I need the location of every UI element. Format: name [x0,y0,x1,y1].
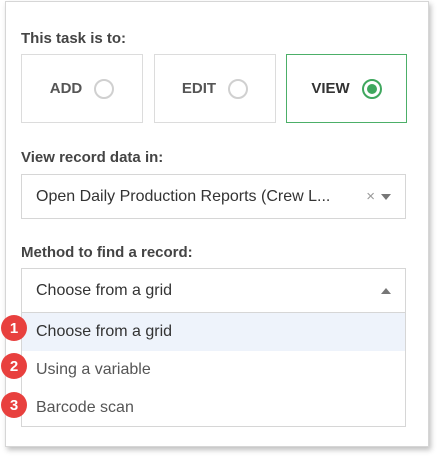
option-using-variable[interactable]: Using a variable [22,351,405,389]
chevron-down-icon[interactable] [381,193,391,200]
task-settings-panel: This task is to: ADD EDIT VIEW View reco… [5,1,429,447]
option-label: Barcode scan [36,399,134,416]
option-label: Using a variable [36,361,151,378]
chevron-up-icon[interactable] [381,287,391,294]
clear-icon[interactable]: × [366,188,375,205]
option-barcode-scan[interactable]: Barcode scan [22,389,405,427]
record-data-label: View record data in: [21,149,164,166]
method-label: Method to find a record: [21,244,193,261]
record-data-value: Open Daily Production Reports (Crew L... [36,187,331,205]
edit-mode-label: EDIT [181,80,217,97]
edit-mode-button[interactable]: EDIT [154,54,276,123]
view-radio-checked-icon [361,78,382,99]
method-select[interactable]: Choose from a grid [21,268,406,313]
step-marker-2: 2 [1,353,27,379]
view-mode-button[interactable]: VIEW [286,54,407,123]
step-marker-1: 1 [1,315,27,341]
add-mode-button[interactable]: ADD [21,54,143,123]
add-radio-icon [94,78,115,99]
task-type-label: This task is to: [21,30,127,47]
method-value: Choose from a grid [36,281,173,299]
step-marker-3: 3 [1,392,27,418]
view-mode-label: VIEW [311,80,350,97]
edit-radio-icon [228,78,249,99]
add-mode-label: ADD [49,80,83,97]
option-choose-from-grid[interactable]: Choose from a grid [22,313,405,351]
record-data-select[interactable]: Open Daily Production Reports (Crew L...… [21,174,406,219]
method-dropdown-list: Choose from a grid Using a variable Barc… [21,313,406,427]
option-label: Choose from a grid [36,323,173,340]
